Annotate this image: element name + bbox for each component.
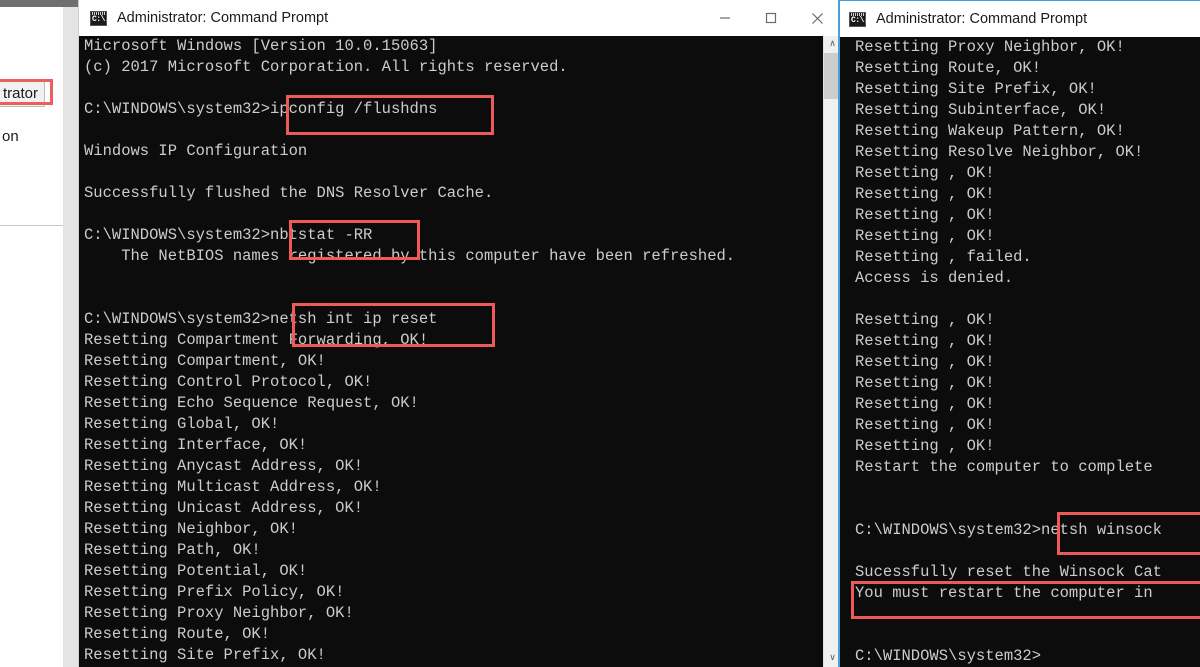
console-line: Resetting , OK! [855, 395, 995, 413]
console-line: C:\WINDOWS\system32>netsh winsock [855, 521, 1162, 539]
console-line: C:\WINDOWS\system32> [855, 647, 1042, 665]
console-line: Resetting , OK! [855, 164, 995, 182]
console-line: Resetting , OK! [855, 185, 995, 203]
console-line: Resetting Potential, OK! [84, 562, 308, 580]
console-line: Resetting Proxy Neighbor, OK! [855, 38, 1125, 56]
console-line: Resetting , OK! [855, 311, 995, 329]
command-prompt-icon [849, 11, 868, 27]
console-line: Restart the computer to complete [855, 458, 1153, 476]
console-line: Resetting , OK! [855, 206, 995, 224]
console-line: Resetting Interface, OK! [84, 436, 308, 454]
console-line: C:\WINDOWS\system32>netsh int ip reset [84, 310, 438, 328]
right-window-title: Administrator: Command Prompt [876, 11, 1088, 27]
console-line: Resetting Path, OK! [84, 541, 261, 559]
background-window-titlebar [0, 0, 78, 7]
console-line: Access is denied. [855, 269, 1014, 287]
background-window-partial[interactable]: trator on [0, 0, 78, 667]
right-console-text: Resetting Proxy Neighbor, OK! Resetting R… [855, 37, 1162, 667]
maximize-button[interactable] [748, 0, 794, 36]
background-window-panel-lower [0, 226, 64, 667]
console-line: C:\WINDOWS\system32>ipconfig /flushdns [84, 100, 438, 118]
left-window-titlebar[interactable]: Administrator: Command Prompt [79, 0, 840, 36]
console-line: Resetting Prefix Policy, OK! [84, 583, 345, 601]
left-window-controls [702, 0, 840, 36]
screen-root: trator on Administrator: Command Prompt [0, 0, 1200, 667]
minimize-button[interactable] [702, 0, 748, 36]
left-console-text: Microsoft Windows [Version 10.0.15063] (c… [84, 36, 735, 666]
console-line: (c) 2017 Microsoft Corporation. All righ… [84, 58, 568, 76]
console-line: Resetting , OK! [855, 437, 995, 455]
console-line: Sucessfully reset the Winsock Cat [855, 563, 1162, 581]
left-command-prompt-window[interactable]: Administrator: Command Prompt [78, 0, 841, 667]
console-line: Resetting Neighbor, OK! [84, 520, 298, 538]
console-line: Resetting Site Prefix, OK! [855, 80, 1097, 98]
console-line: Resetting Compartment Forwarding, OK! [84, 331, 429, 349]
right-console-output[interactable]: Resetting Proxy Neighbor, OK! Resetting R… [840, 37, 1200, 667]
console-line: Windows IP Configuration [84, 142, 308, 160]
console-line: Resetting Unicast Address, OK! [84, 499, 364, 517]
console-line: Resetting Wakeup Pattern, OK! [855, 122, 1125, 140]
command-prompt-icon [90, 10, 109, 26]
console-line: Successfully flushed the DNS Resolver Ca… [84, 184, 494, 202]
background-menu-item-administrator[interactable]: trator [0, 81, 46, 107]
console-line: Resetting Proxy Neighbor, OK! [84, 604, 354, 622]
console-line: Microsoft Windows [Version 10.0.15063] [84, 37, 438, 55]
background-window-panel [0, 7, 64, 226]
console-line: Resetting , OK! [855, 416, 995, 434]
background-window-edge [63, 7, 78, 667]
console-line: Resetting Resolve Neighbor, OK! [855, 143, 1144, 161]
close-button[interactable] [794, 0, 840, 36]
console-line: Resetting Route, OK! [855, 59, 1042, 77]
left-window-title: Administrator: Command Prompt [117, 10, 329, 26]
console-line: Resetting Echo Sequence Request, OK! [84, 394, 419, 412]
console-line: Resetting Site Prefix, OK! [84, 646, 326, 664]
console-line: Resetting Global, OK! [84, 415, 280, 433]
console-line: The NetBIOS names registered by this com… [84, 247, 736, 265]
console-line: Resetting , OK! [855, 227, 995, 245]
console-line: Resetting Route, OK! [84, 625, 271, 643]
console-line: Resetting , OK! [855, 332, 995, 350]
console-line: Resetting Multicast Address, OK! [84, 478, 382, 496]
console-line: You must restart the computer in [855, 584, 1153, 602]
console-line: Resetting , OK! [855, 374, 995, 392]
console-line: Resetting Subinterface, OK! [855, 101, 1107, 119]
console-line: Resetting Compartment, OK! [84, 352, 326, 370]
right-window-titlebar[interactable]: Administrator: Command Prompt [840, 1, 1200, 37]
right-command-prompt-window[interactable]: Administrator: Command Prompt Resetting … [838, 0, 1200, 667]
console-line: Resetting , OK! [855, 353, 995, 371]
console-line: Resetting Control Protocol, OK! [84, 373, 373, 391]
console-line: C:\WINDOWS\system32>nbtstat -RR [84, 226, 373, 244]
console-line: Resetting Anycast Address, OK! [84, 457, 364, 475]
left-console-output[interactable]: Microsoft Windows [Version 10.0.15063] (c… [79, 36, 841, 667]
background-menu-item-secondary[interactable]: on [2, 128, 19, 145]
console-line: Resetting , failed. [855, 248, 1032, 266]
